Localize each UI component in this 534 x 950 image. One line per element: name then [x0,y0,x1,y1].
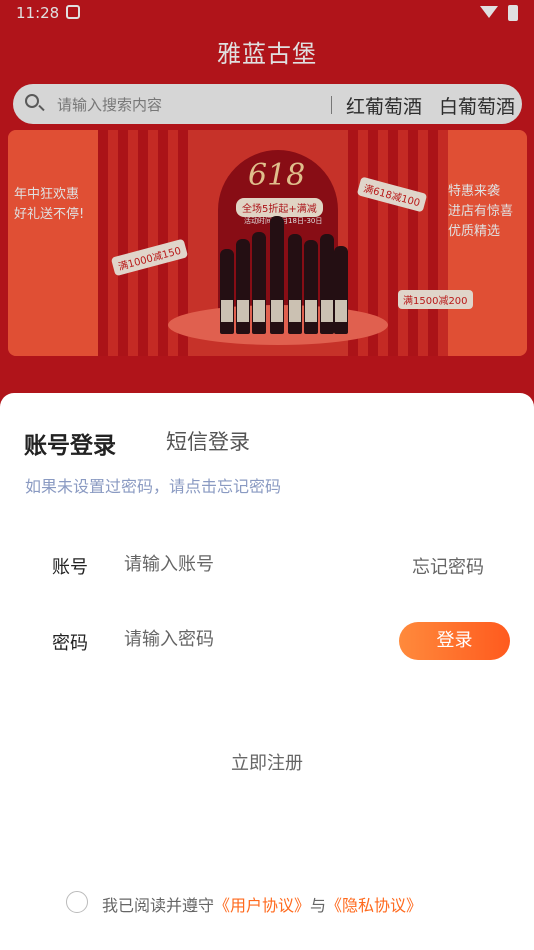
account-label: 账号 [52,557,88,578]
user-agreement-link[interactable]: 《用户协议》 [214,896,310,915]
tab-sms-login[interactable]: 短信登录 [166,426,250,456]
register-link[interactable]: 立即注册 [0,749,534,775]
login-button[interactable]: 登录 [399,622,510,660]
account-input[interactable] [124,549,384,579]
agreement-checkbox[interactable] [66,891,88,913]
tab-account-login[interactable]: 账号登录 [24,426,116,460]
privacy-agreement-link[interactable]: 《隐私协议》 [326,896,422,915]
agreement-and: 与 [310,896,327,915]
agreement-text: 我已阅读并遵守《用户协议》与《隐私协议》 [102,892,422,916]
agreement-prefix: 我已阅读并遵守 [102,896,215,915]
password-label: 密码 [52,633,88,654]
login-sheet: 账号登录 短信登录 如果未设置过密码，请点击忘记密码 账号 忘记密码 密码 登录… [0,393,534,950]
password-hint: 如果未设置过密码，请点击忘记密码 [25,477,282,496]
forgot-password-link[interactable]: 忘记密码 [412,553,484,579]
password-input[interactable] [124,624,384,654]
